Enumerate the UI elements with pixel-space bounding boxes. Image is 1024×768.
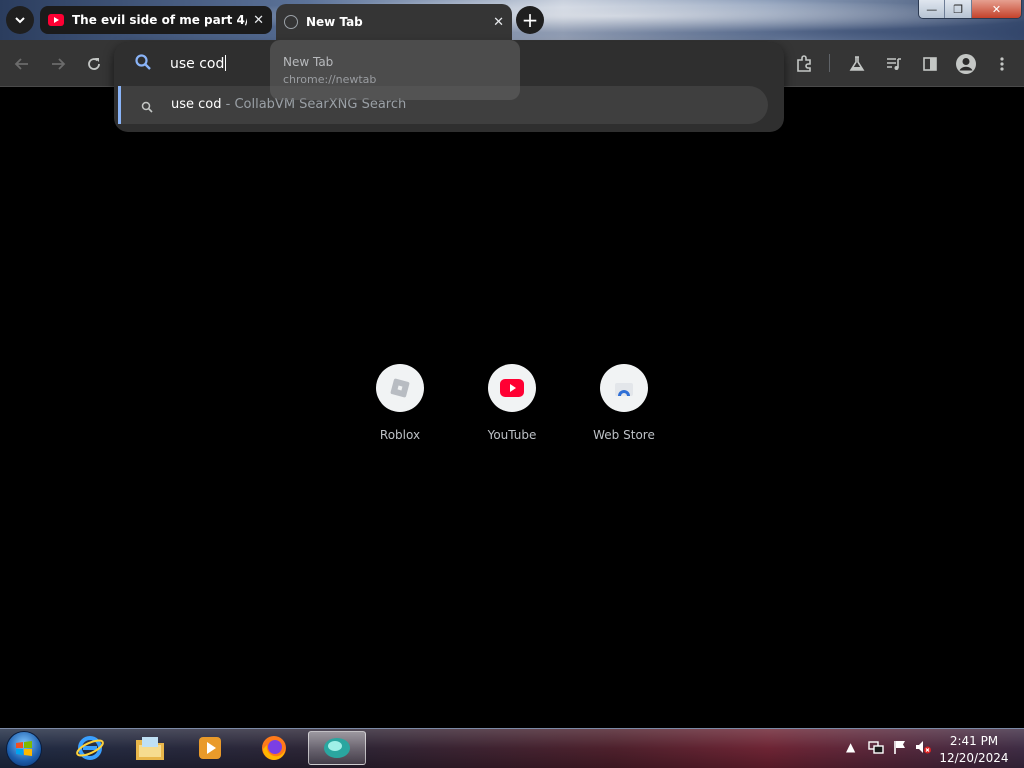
minimize-button[interactable]: —	[919, 0, 946, 18]
youtube-icon	[48, 14, 64, 26]
windows-logo-icon	[16, 741, 32, 756]
forward-arrow-icon	[52, 58, 66, 70]
taskbar-file-explorer[interactable]	[128, 731, 172, 765]
back-button[interactable]	[10, 52, 34, 76]
roblox-icon	[390, 378, 410, 398]
tab-hover-card: New Tab chrome://newtab	[270, 40, 520, 100]
taskbar-firefox[interactable]	[252, 731, 296, 765]
clock-date: 12/20/2024	[939, 751, 1009, 765]
chevron-down-icon	[15, 17, 25, 24]
suggestion-query: use cod	[171, 97, 222, 112]
system-clock[interactable]: 2:41 PM 12/20/2024	[938, 733, 1010, 767]
avatar-icon	[956, 54, 976, 74]
side-panel-button[interactable]	[918, 52, 942, 76]
tab-youtube[interactable]: The evil side of me part 4/7 - YouTube ✕	[40, 6, 272, 34]
show-hidden-icons-button[interactable]: ▲	[846, 740, 855, 754]
shortcut-label: YouTube	[487, 428, 537, 442]
text-caret	[225, 55, 227, 71]
start-button[interactable]	[6, 731, 42, 767]
address-bar-input[interactable]: use cod	[170, 55, 227, 72]
reload-icon	[88, 58, 100, 70]
back-arrow-icon	[14, 58, 28, 70]
collabvm-app-icon	[324, 738, 350, 758]
side-panel-icon	[923, 57, 937, 71]
internet-explorer-icon	[76, 736, 104, 760]
tab-new-tab[interactable]: New Tab ✕	[276, 4, 512, 40]
shortcut-label: Roblox	[379, 428, 421, 442]
network-icon[interactable]	[868, 739, 884, 758]
labs-button[interactable]	[845, 52, 869, 76]
shortcut-tile	[600, 364, 648, 412]
flask-icon	[849, 56, 865, 71]
taskbar-collabvm-app[interactable]	[308, 731, 366, 765]
tab-title: New Tab	[306, 15, 363, 29]
window-controls: — ❐ ✕	[918, 0, 1022, 19]
forward-button[interactable]	[46, 52, 70, 76]
search-icon	[134, 53, 152, 75]
media-player-icon	[199, 737, 221, 759]
media-controls-button[interactable]	[882, 52, 906, 76]
menu-button[interactable]	[990, 52, 1014, 76]
maximize-button[interactable]: ❐	[945, 0, 972, 18]
profile-button[interactable]	[954, 52, 978, 76]
volume-muted-icon[interactable]	[914, 739, 932, 758]
taskbar-internet-explorer[interactable]	[68, 731, 112, 765]
tab-search-button[interactable]	[6, 6, 34, 34]
queue-music-icon	[887, 58, 901, 70]
close-window-button[interactable]: ✕	[971, 0, 1021, 18]
search-icon	[141, 98, 153, 117]
web-store-icon	[615, 383, 633, 396]
file-explorer-icon	[136, 737, 164, 760]
typed-text: use cod	[170, 56, 225, 72]
clock-time: 2:41 PM	[949, 734, 999, 748]
close-tab-icon[interactable]: ✕	[493, 15, 504, 30]
shortcut-tile	[376, 364, 424, 412]
extensions-button[interactable]	[792, 52, 816, 76]
firefox-icon	[262, 736, 286, 760]
shortcut-youtube[interactable]: YouTube	[462, 364, 562, 442]
shortcut-web-store[interactable]: Web Store	[574, 364, 674, 442]
new-tab-button[interactable]: +	[516, 6, 544, 34]
shortcut-roblox[interactable]: Roblox	[350, 364, 450, 442]
globe-icon	[284, 15, 298, 29]
toolbar-separator	[829, 54, 830, 72]
tab-title: The evil side of me part 4/7 - YouTube	[72, 13, 247, 27]
taskbar-media-player[interactable]	[188, 731, 232, 765]
action-center-flag-icon[interactable]	[892, 739, 908, 758]
shortcut-tile	[488, 364, 536, 412]
more-vertical-icon	[1000, 57, 1004, 71]
hover-card-url: chrome://newtab	[283, 73, 377, 86]
close-tab-icon[interactable]: ✕	[253, 13, 264, 28]
reload-button[interactable]	[82, 52, 106, 76]
puzzle-piece-icon	[797, 55, 811, 72]
hover-card-title: New Tab	[283, 55, 334, 69]
youtube-icon	[500, 379, 524, 397]
shortcut-label: Web Store	[593, 428, 655, 442]
